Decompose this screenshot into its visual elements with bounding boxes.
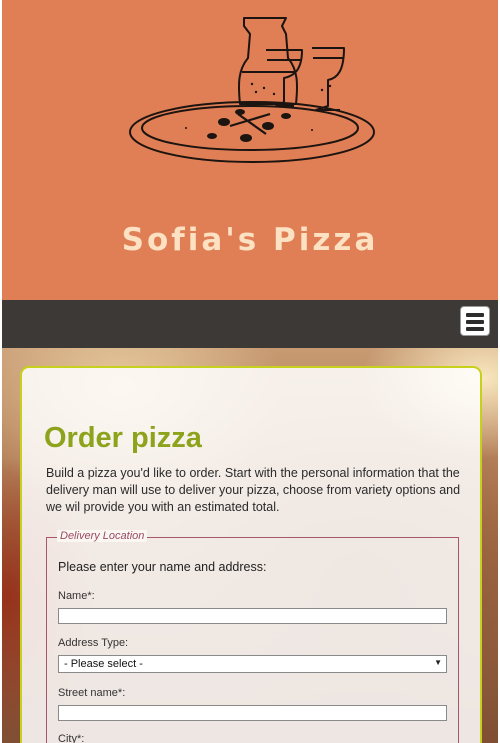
street-name-input[interactable] — [58, 705, 447, 721]
hamburger-menu-button[interactable] — [460, 306, 490, 336]
city-label: City*: — [58, 733, 85, 743]
pizza-wine-logo — [129, 17, 375, 163]
site-title: Sofia's Pizza — [121, 222, 379, 258]
page-title: Order pizza — [44, 422, 202, 454]
address-prompt: Please enter your name and address: — [58, 560, 267, 574]
delivery-location-legend: Delivery Location — [57, 530, 148, 542]
intro-text: Build a pizza you'd like to order. Start… — [46, 466, 461, 514]
street-name-label: Street name*: — [58, 687, 126, 699]
hamburger-menu-icon-bar — [466, 327, 484, 331]
name-input[interactable] — [58, 608, 447, 624]
page-frame: Sofia's Pizza Order pizza Build a pizza … — [2, 0, 498, 743]
site-header: Sofia's Pizza — [2, 0, 498, 300]
navbar — [2, 300, 498, 348]
address-type-selected-value: - Please select - — [64, 658, 143, 670]
hamburger-menu-icon-bar — [466, 320, 484, 324]
chevron-down-icon: ▼ — [434, 658, 442, 667]
address-type-label: Address Type: — [58, 637, 129, 649]
address-type-select[interactable]: - Please select - ▼ — [58, 655, 447, 673]
name-label: Name*: — [58, 590, 95, 602]
hamburger-menu-icon — [466, 313, 484, 317]
